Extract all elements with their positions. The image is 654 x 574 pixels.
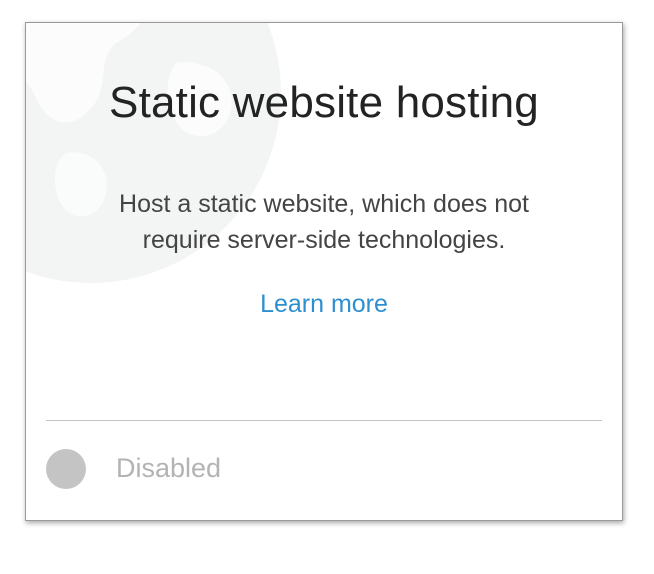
status-label: Disabled (116, 453, 222, 483)
static-website-hosting-card: Static website hosting Host a static web… (25, 22, 623, 521)
status-indicator (46, 449, 86, 489)
card-title: Static website hosting (109, 78, 539, 127)
card-description: Host a static website, which does not re… (74, 186, 574, 258)
learn-more-link[interactable]: Learn more (26, 290, 622, 319)
description-line-1: Host a static website, which does not (119, 190, 529, 218)
description-line-2: require server-side technologies. (142, 226, 506, 254)
divider (46, 420, 602, 421)
